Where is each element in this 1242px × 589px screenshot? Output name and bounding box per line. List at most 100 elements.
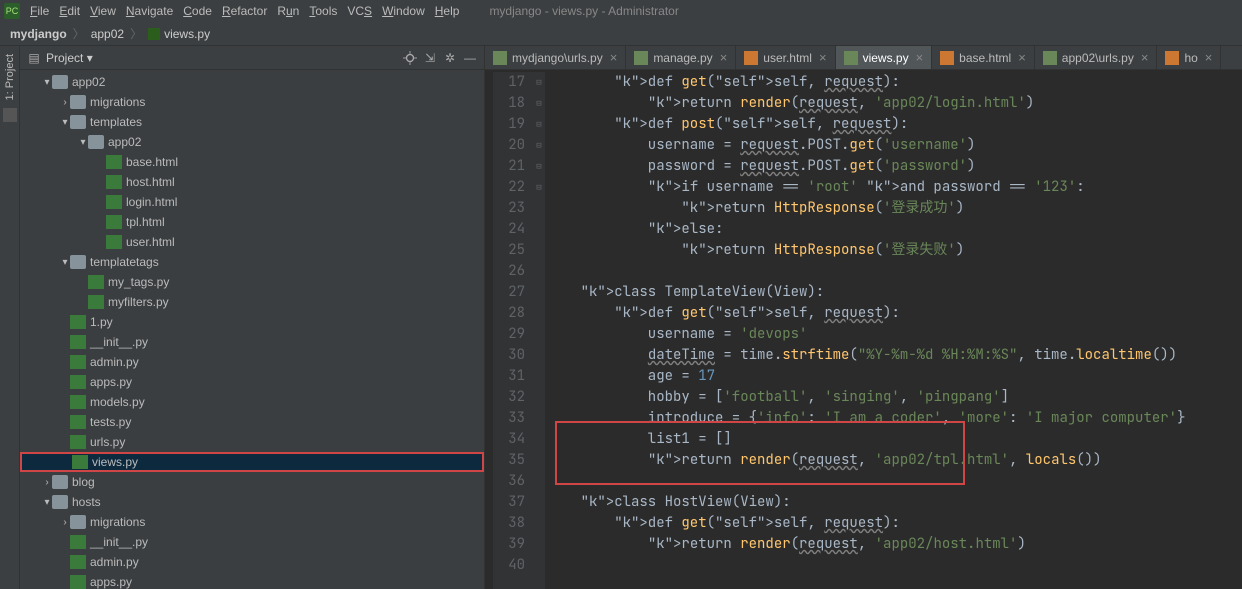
tab-label: ho [1184,51,1197,65]
rail-project-tab[interactable]: 1: Project [2,50,18,104]
tree-arrow-icon[interactable]: ▾ [60,257,70,268]
menu-window[interactable]: Window [382,4,425,18]
tree-row-templates[interactable]: ▾templates [20,112,484,132]
menu-vcs[interactable]: VCS [347,4,372,18]
tree-label: 1.py [90,315,113,329]
hide-icon[interactable]: — [462,50,478,66]
tree-row-migrations[interactable]: › migrations [20,512,484,532]
tab-manage-py[interactable]: manage.py × [626,46,736,69]
tree-row-blog[interactable]: ›blog [20,472,484,492]
close-icon[interactable]: × [1141,50,1149,65]
tab-label: base.html [959,51,1011,65]
breadcrumb-file[interactable]: views.py [144,25,214,43]
breadcrumb-app02[interactable]: app02 [87,25,128,43]
tab-label: manage.py [653,51,712,65]
tree-label: __init__.py [90,535,148,549]
tree-arrow-icon[interactable]: › [60,97,70,108]
py-icon [70,535,86,549]
html-icon [106,215,122,229]
py-icon [70,415,86,429]
menu-file[interactable]: File [30,4,49,18]
code-editor[interactable]: 1718192021222324252627282930313233343536… [485,72,1242,589]
tree-label: migrations [90,515,145,529]
tab-ho[interactable]: ho × [1157,46,1221,69]
tree-row-my-tags-py[interactable]: my_tags.py [20,272,484,292]
tree-row-app02[interactable]: ▾ app02 [20,72,484,92]
tree-arrow-icon[interactable]: › [42,477,52,488]
menu-view[interactable]: View [90,4,116,18]
tab-base-html[interactable]: base.html × [932,46,1035,69]
tree-row-1-py[interactable]: 1.py [20,312,484,332]
tree-row---init---py[interactable]: __init__.py [20,532,484,552]
tree-arrow-icon[interactable]: ▾ [42,77,52,88]
tab-mydjango-urls-py[interactable]: mydjango\urls.py× [485,46,626,69]
tree-row-base-html[interactable]: base.html [20,152,484,172]
tree-arrow-icon[interactable]: ▾ [60,117,70,128]
locate-icon[interactable] [402,50,418,66]
menu-code[interactable]: Code [183,4,212,18]
tree-row-admin-py[interactable]: admin.py [20,552,484,572]
py-file-icon [1043,51,1057,65]
tab-views-py[interactable]: views.py × [836,46,933,69]
tree-row-hosts[interactable]: ▾ hosts [20,492,484,512]
py-file-icon [493,51,507,65]
tree-row-app02[interactable]: ▾ app02 [20,132,484,152]
close-icon[interactable]: × [819,50,827,65]
tree-row-user-html[interactable]: user.html [20,232,484,252]
tree-row-admin-py[interactable]: admin.py [20,352,484,372]
tree-arrow-icon[interactable]: ▾ [78,137,88,148]
close-icon[interactable]: × [916,50,924,65]
gear-icon[interactable]: ✲ [442,50,458,66]
tree-row-models-py[interactable]: models.py [20,392,484,412]
collapse-icon[interactable]: ⇲ [422,50,438,66]
breadcrumb-sep: 〉 [130,25,142,42]
tree-row-tpl-html[interactable]: tpl.html [20,212,484,232]
tree-row-urls-py[interactable]: urls.py [20,432,484,452]
tree-arrow-icon[interactable]: ▾ [42,497,52,508]
code-content[interactable]: "k">def get("self">self, request): "k">r… [545,72,1242,589]
tab-label: views.py [863,51,909,65]
menu-run[interactable]: Run [277,4,299,18]
tree-label: admin.py [90,555,139,569]
tree-row-views-py[interactable]: views.py [20,452,484,472]
tab-user-html[interactable]: user.html× [736,46,835,69]
editor-tabs: mydjango\urls.py×manage.py×user.html×vie… [485,46,1242,70]
fold-column[interactable]: ⊟⊟⊟⊟⊟⊟ [533,72,545,589]
tree-label: app02 [108,135,141,149]
tree-arrow-icon[interactable]: › [60,517,70,528]
menu-tools[interactable]: Tools [309,4,337,18]
menu-bar: PC File Edit View Navigate Code Refactor… [0,0,1242,22]
close-icon[interactable]: × [610,50,618,65]
tree-row-tests-py[interactable]: tests.py [20,412,484,432]
menu-refactor[interactable]: Refactor [222,4,267,18]
menu-help[interactable]: Help [435,4,460,18]
tree-row---init---py[interactable]: __init__.py [20,332,484,352]
py-icon [70,575,86,589]
menu-navigate[interactable]: Navigate [126,4,173,18]
tree-row-login-html[interactable]: login.html [20,192,484,212]
tree-row-apps-py[interactable]: apps.py [20,372,484,392]
project-view-icon[interactable]: ▤ [26,50,42,66]
tree-label: admin.py [90,355,139,369]
close-icon[interactable]: × [1018,50,1026,65]
rail-structure-icon[interactable] [3,108,17,122]
editor-area: mydjango\urls.py×manage.py×user.html×vie… [485,46,1242,589]
html-file-icon [1165,51,1179,65]
tree-row-templatetags[interactable]: ▾templatetags [20,252,484,272]
tree-label: hosts [72,495,101,509]
menu-edit[interactable]: Edit [59,4,80,18]
tree-row-myfilters-py[interactable]: myfilters.py [20,292,484,312]
tree-label: app02 [72,75,105,89]
close-icon[interactable]: × [1205,50,1213,65]
folder-open-icon [70,255,86,269]
py-icon [70,335,86,349]
tab-app02-urls-py[interactable]: app02\urls.py× [1035,46,1158,69]
breadcrumb-root[interactable]: mydjango [6,25,71,43]
project-tree[interactable]: ▾app02›migrations▾templates▾app02base.ht… [20,70,484,589]
py-icon [88,275,104,289]
close-icon[interactable]: × [720,50,728,65]
project-title[interactable]: Project ▾ [46,51,398,65]
tree-row-host-html[interactable]: host.html [20,172,484,192]
tree-row-apps-py[interactable]: apps.py [20,572,484,589]
tree-row-migrations[interactable]: ›migrations [20,92,484,112]
